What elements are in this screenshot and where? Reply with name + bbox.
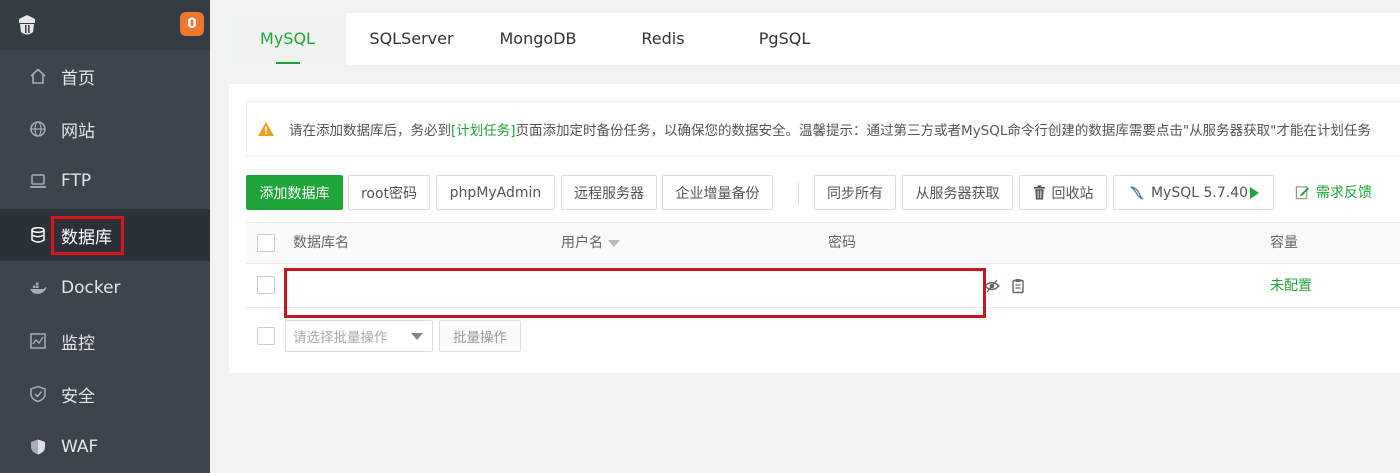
sidebar-item-label: 首页 <box>61 68 95 89</box>
batch-select-placeholder: 请选择批量操作 <box>293 330 388 346</box>
sidebar-item-security[interactable]: 安全 <box>0 368 210 420</box>
notice-text-before: 请在添加数据库后，务必到 <box>289 123 451 139</box>
sidebar-item-label: 网站 <box>61 121 95 142</box>
capacity-not-configured-link[interactable]: 未配置 <box>1270 264 1312 308</box>
sidebar-item-label: 监控 <box>61 333 95 354</box>
annotation-highlight-box <box>284 268 986 318</box>
globe-icon <box>29 120 47 138</box>
enterprise-backup-button[interactable]: 企业增量备份 <box>662 175 773 210</box>
sidebar-item-waf[interactable]: WAF <box>0 421 210 473</box>
mysql-version-button[interactable]: MySQL 5.7.40 <box>1113 175 1274 210</box>
phpmyadmin-button[interactable]: phpMyAdmin <box>436 175 555 210</box>
play-icon <box>1250 186 1260 199</box>
column-username[interactable]: 用户名 <box>561 223 620 263</box>
recycle-bin-button[interactable]: 回收站 <box>1019 175 1107 210</box>
mysql-version-label: MySQL 5.7.40 <box>1150 184 1249 201</box>
feedback-link[interactable]: 需求反馈 <box>1295 182 1372 202</box>
trash-icon <box>1033 185 1046 200</box>
warning-icon <box>257 121 275 137</box>
sidebar-header: 0 <box>0 0 210 50</box>
copy-password-icon[interactable] <box>1010 278 1026 294</box>
sidebar-item-label: WAF <box>61 437 99 457</box>
sync-all-button[interactable]: 同步所有 <box>814 175 896 210</box>
docker-icon <box>29 279 47 297</box>
active-tab-indicator <box>276 62 300 64</box>
notification-badge[interactable]: 0 <box>180 12 204 36</box>
sidebar-item-monitor[interactable]: 监控 <box>0 315 210 367</box>
feedback-edit-icon <box>1295 185 1310 200</box>
waf-shield-icon <box>29 438 47 456</box>
root-password-button[interactable]: root密码 <box>348 175 430 210</box>
database-type-tabs: MySQL SQLServer MongoDB Redis PgSQL <box>229 13 1400 65</box>
recycle-bin-label: 回收站 <box>1051 185 1094 202</box>
sidebar-item-website[interactable]: 网站 <box>0 103 210 155</box>
monitor-icon <box>29 332 47 350</box>
feedback-label: 需求反馈 <box>1316 185 1372 201</box>
add-database-button[interactable]: 添加数据库 <box>246 175 343 210</box>
column-password[interactable]: 密码 <box>828 223 856 263</box>
column-username-label: 用户名 <box>561 235 603 251</box>
batch-operation-button[interactable]: 批量操作 <box>439 320 521 352</box>
chevron-down-icon <box>411 333 423 340</box>
sidebar-item-ftp[interactable]: FTP <box>0 155 210 207</box>
tab-pgsql[interactable]: PgSQL <box>727 13 842 65</box>
column-db-name[interactable]: 数据库名 <box>293 223 349 263</box>
table-header: 数据库名 用户名 密码 容量 <box>246 222 1400 264</box>
fetch-from-server-button[interactable]: 从服务器获取 <box>902 175 1013 210</box>
remote-server-button[interactable]: 远程服务器 <box>561 175 657 210</box>
sidebar-item-label: Docker <box>61 278 121 298</box>
sidebar-item-label: 安全 <box>61 386 95 407</box>
sidebar-item-label: FTP <box>61 171 92 191</box>
batch-operation-select[interactable]: 请选择批量操作 <box>285 320 433 352</box>
cron-task-link[interactable]: [计划任务] <box>451 119 516 139</box>
database-icon <box>29 226 47 244</box>
batch-select-checkbox[interactable] <box>257 327 275 345</box>
sidebar-item-docker[interactable]: Docker <box>0 262 210 314</box>
show-password-eye-icon[interactable] <box>984 278 1000 294</box>
sidebar-item-home[interactable]: 首页 <box>0 50 210 102</box>
notice-text-after: 页面添加定时备份任务，以确保您的数据安全。温馨提示：通过第三方或者MySQL命令… <box>515 123 1371 139</box>
shield-icon <box>29 385 47 403</box>
annotation-highlight-box <box>51 216 124 255</box>
logo-icon[interactable] <box>16 13 38 37</box>
warning-notice: 请在添加数据库后，务必到 [计划任务] 页面添加定时备份任务，以确保您的数据安全。温… <box>246 101 1400 157</box>
select-all-checkbox[interactable] <box>257 234 275 252</box>
ftp-icon <box>29 172 47 190</box>
sort-caret-icon <box>608 239 620 247</box>
tab-sqlserver[interactable]: SQLServer <box>346 13 477 65</box>
mysql-dolphin-icon <box>1128 184 1145 201</box>
tab-mongodb[interactable]: MongoDB <box>477 13 599 65</box>
column-capacity[interactable]: 容量 <box>1270 223 1298 263</box>
home-icon <box>29 67 47 85</box>
tab-redis[interactable]: Redis <box>599 13 727 65</box>
row-checkbox[interactable] <box>257 276 275 294</box>
toolbar-divider <box>798 182 799 204</box>
tab-mysql[interactable]: MySQL <box>229 13 346 65</box>
